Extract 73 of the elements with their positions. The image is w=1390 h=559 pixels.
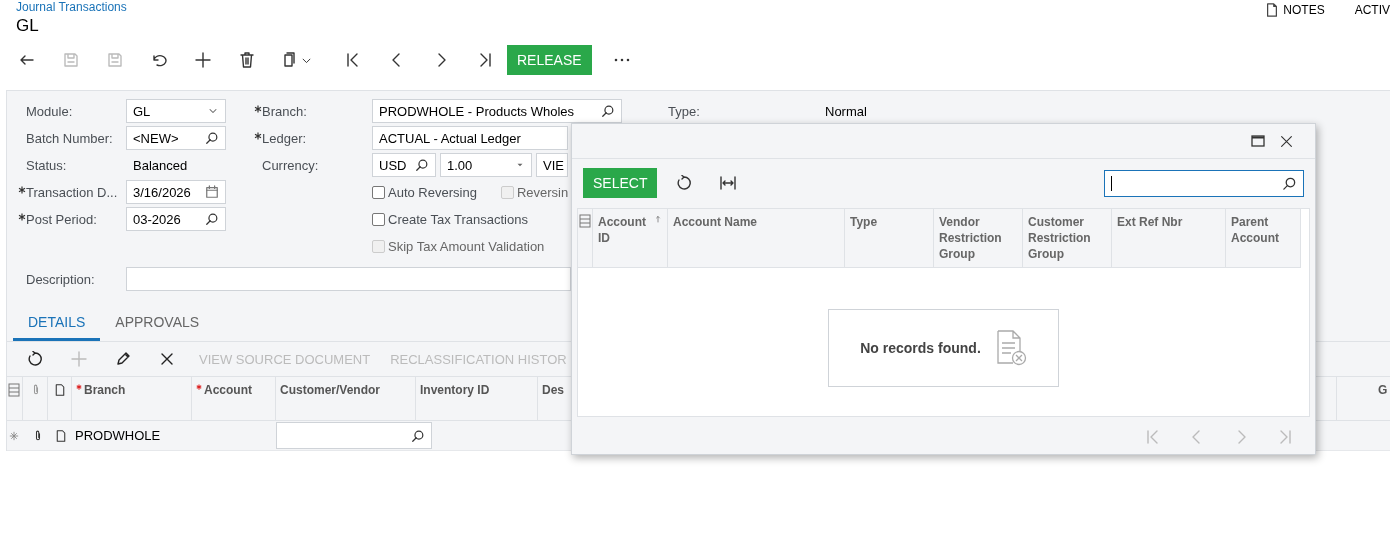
required-asterisk-icon — [254, 105, 262, 113]
document-icon — [54, 383, 66, 397]
column-header[interactable]: Customer/Vendor — [280, 383, 381, 397]
maximize-icon — [1251, 135, 1265, 147]
field-label: Post Period: — [18, 207, 126, 231]
input-field[interactable]: ACTUAL - Actual Ledger — [372, 126, 568, 150]
search-icon — [411, 428, 425, 443]
plus-icon — [195, 52, 211, 68]
undo-icon — [151, 52, 167, 68]
column-header[interactable]: Inventory ID — [420, 383, 490, 397]
search-icon — [205, 212, 219, 226]
refresh-icon — [676, 175, 693, 191]
close-icon — [1279, 134, 1293, 148]
required-asterisk-icon — [76, 384, 82, 390]
table-cell: PRODWHOLE — [75, 428, 161, 443]
tab[interactable]: DETAILS — [13, 305, 101, 341]
fit-columns-icon — [720, 175, 737, 191]
search-icon — [415, 158, 429, 172]
plus-icon — [71, 351, 87, 367]
header-link[interactable]: ACTIV — [1354, 3, 1390, 17]
calendar-icon — [205, 185, 219, 199]
field-value: Balanced — [132, 156, 189, 175]
input-field[interactable]: GL — [126, 99, 226, 123]
new-row-icon — [9, 430, 19, 441]
document-icon — [1265, 3, 1280, 17]
document-cancel-icon — [994, 330, 1027, 366]
refresh-icon — [27, 351, 43, 367]
column-chooser-icon[interactable] — [579, 214, 591, 228]
page-title: GL — [16, 16, 40, 36]
column-header[interactable]: Branch — [76, 383, 126, 397]
search-field[interactable] — [1104, 169, 1304, 197]
search-icon — [1282, 175, 1297, 191]
required-asterisk-icon — [254, 132, 262, 140]
tab[interactable]: APPROVALS — [100, 305, 215, 341]
view-button[interactable]: VIE — [536, 153, 568, 177]
field-label: Currency: — [261, 156, 320, 175]
dropdown-field[interactable]: 1.00 — [440, 153, 532, 177]
close-icon — [159, 351, 175, 367]
field-label: Branch: — [254, 99, 372, 123]
column-header[interactable]: Account — [196, 383, 252, 397]
field-label: Description: — [26, 270, 96, 289]
trash-icon — [239, 52, 255, 68]
document-icon — [55, 428, 67, 443]
column-header[interactable]: G — [1378, 383, 1388, 397]
field-label: Module: — [25, 102, 74, 121]
empty-message: No records found. — [860, 340, 981, 356]
document-icon — [281, 52, 297, 68]
required-asterisk-icon — [18, 186, 26, 194]
lookup-field[interactable] — [276, 422, 432, 449]
field-label: Ledger: — [254, 126, 372, 150]
field-label: Batch Number: — [25, 129, 114, 148]
input-field[interactable]: USD — [372, 153, 436, 177]
input-field[interactable] — [126, 267, 571, 291]
input-field[interactable]: 03-2026 — [126, 207, 226, 231]
column-chooser-icon[interactable] — [8, 383, 20, 397]
sort-arrow-icon — [654, 214, 662, 224]
required-asterisk-icon — [18, 213, 26, 221]
field-label: Status: — [25, 156, 68, 175]
column-header[interactable]: Des — [542, 383, 564, 397]
field-value: Normal — [825, 103, 867, 119]
search-icon — [205, 131, 219, 145]
notes-link[interactable]: NOTES — [1265, 3, 1325, 17]
breadcrumb-link[interactable]: Journal Transactions — [16, 0, 127, 14]
search-icon — [601, 104, 615, 118]
required-asterisk-icon — [196, 384, 202, 390]
pencil-icon — [115, 351, 131, 367]
field-label: Type: — [668, 103, 701, 119]
input-field[interactable]: 3/16/2026 — [126, 180, 226, 204]
checkbox[interactable]: Auto Reversing — [372, 180, 477, 204]
input-field[interactable]: PRODWHOLE - Products Wholes — [372, 99, 622, 123]
input-field[interactable]: <NEW> — [126, 126, 226, 150]
field-label: Transaction D... — [18, 180, 126, 204]
checkbox[interactable]: Create Tax Transactions — [372, 207, 528, 231]
